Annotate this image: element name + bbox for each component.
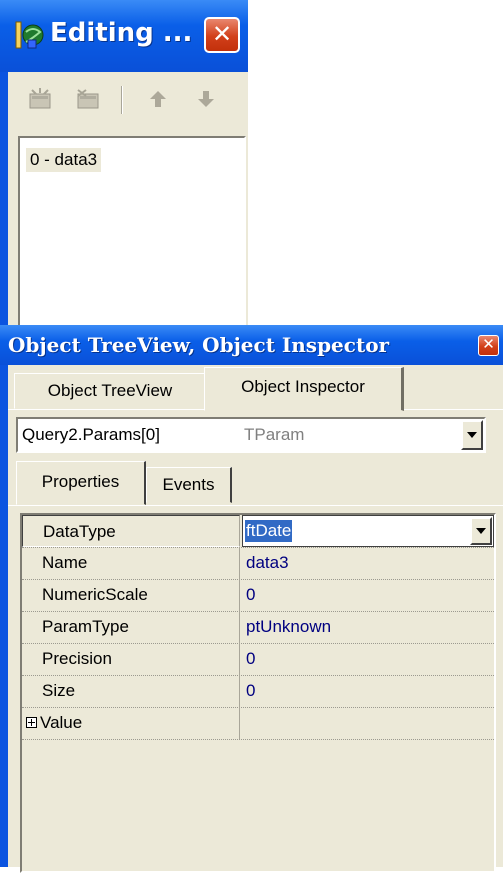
chevron-down-icon <box>467 432 477 438</box>
property-name: Size <box>22 675 240 707</box>
property-value[interactable]: 0 <box>242 643 494 675</box>
params-editor-title: Editing ... <box>50 18 193 48</box>
params-editor-title-bar[interactable]: Editing ... ✕ <box>0 0 248 72</box>
property-name: NumericScale <box>22 579 240 611</box>
property-row-value[interactable]: Value <box>22 707 494 740</box>
datatype-dropdown-button[interactable] <box>470 517 492 545</box>
add-param-button[interactable] <box>24 84 56 114</box>
property-row-numericscale[interactable]: NumericScale 0 <box>22 579 494 612</box>
move-down-button[interactable] <box>190 84 222 114</box>
object-selector[interactable]: Query2.Params[0] TParam <box>16 417 486 453</box>
property-value[interactable]: data3 <box>242 547 494 579</box>
property-row-datatype[interactable]: DataType ftDate <box>22 515 494 548</box>
property-name: Value <box>22 707 240 739</box>
toolbar-separator <box>121 86 123 114</box>
add-param-icon <box>29 88 51 109</box>
list-item[interactable]: 0 - data3 <box>26 148 102 172</box>
property-name: DataType <box>22 515 240 547</box>
property-value[interactable]: ptUnknown <box>242 611 494 643</box>
property-name: ParamType <box>22 611 240 643</box>
delete-param-button[interactable] <box>72 84 104 114</box>
tab-events[interactable]: Events <box>146 467 232 503</box>
object-inspector-title: Object TreeView, Object Inspector <box>8 333 390 357</box>
property-value[interactable]: 0 <box>242 579 494 611</box>
property-name: Name <box>22 547 240 579</box>
datatype-value-editor[interactable]: ftDate <box>242 515 494 547</box>
tab-object-treeview[interactable]: Object TreeView <box>14 373 206 409</box>
object-inspector-title-bar[interactable]: Object TreeView, Object Inspector ✕ <box>0 325 503 365</box>
property-row-name[interactable]: Name data3 <box>22 547 494 580</box>
tab-object-inspector[interactable]: Object Inspector <box>204 367 404 411</box>
close-icon[interactable]: ✕ <box>478 335 499 356</box>
tab-properties[interactable]: Properties <box>16 461 146 505</box>
object-selector-name: Query2.Params[0] <box>22 425 160 444</box>
object-selector-type: TParam <box>244 425 305 444</box>
object-inspector-window: Object TreeView, Object Inspector ✕ Obje… <box>0 325 503 873</box>
property-value[interactable]: ftDate <box>245 520 293 542</box>
delphi-icon <box>15 21 44 49</box>
object-selector-dropdown-button[interactable] <box>461 420 483 450</box>
property-name-label: Value <box>40 713 83 732</box>
property-value[interactable] <box>242 707 494 739</box>
object-inspector-body: Object TreeView Object Inspector Query2.… <box>8 365 503 873</box>
params-editor-toolbar <box>8 72 248 128</box>
delete-param-icon <box>77 89 99 109</box>
property-row-size[interactable]: Size 0 <box>22 675 494 708</box>
property-value[interactable]: 0 <box>242 675 494 707</box>
subtab-divider <box>8 505 503 506</box>
arrow-down-icon <box>198 91 214 107</box>
expand-plus-icon[interactable] <box>26 717 37 728</box>
chevron-down-icon <box>476 528 486 534</box>
params-editor-window: Editing ... ✕ 0 - data3 <box>0 0 248 336</box>
arrow-up-icon <box>150 91 166 107</box>
property-grid: DataType ftDate Name data3 NumericScale … <box>20 513 496 873</box>
property-row-precision[interactable]: Precision 0 <box>22 643 494 676</box>
close-icon[interactable]: ✕ <box>204 17 240 53</box>
params-editor-body: 0 - data3 <box>8 72 248 336</box>
params-list[interactable]: 0 - data3 <box>18 136 246 336</box>
move-up-button[interactable] <box>142 84 174 114</box>
property-name: Precision <box>22 643 240 675</box>
property-row-paramtype[interactable]: ParamType ptUnknown <box>22 611 494 644</box>
